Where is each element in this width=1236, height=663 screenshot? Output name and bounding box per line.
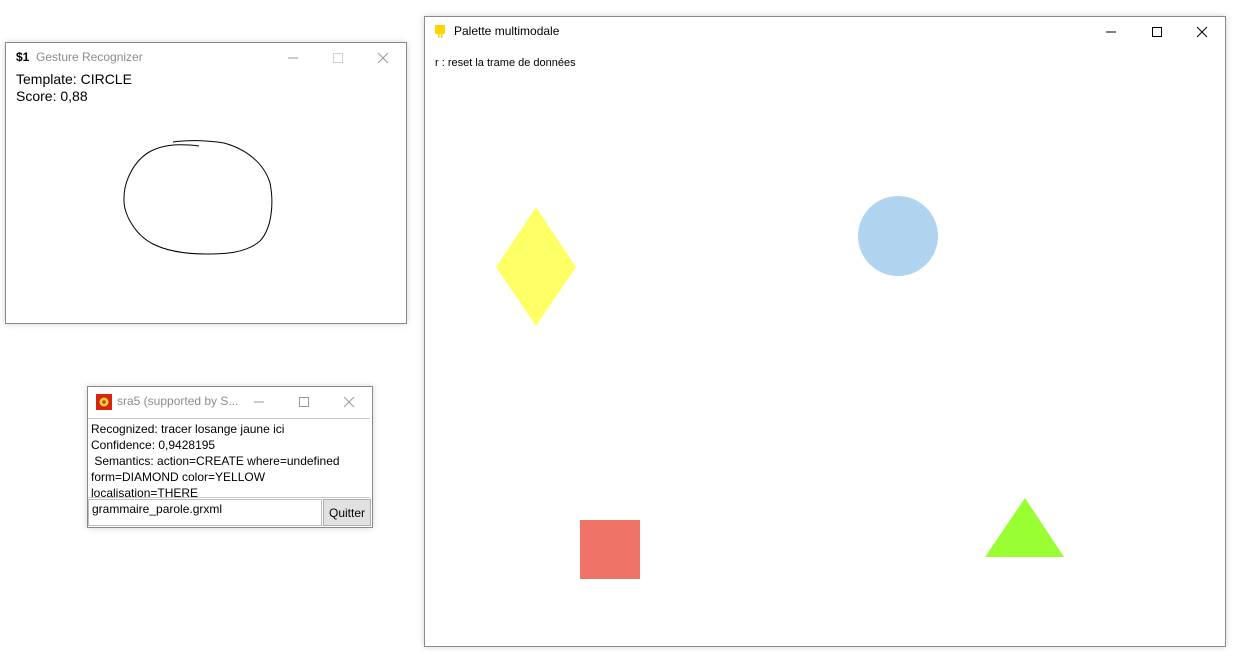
green-triangle-shape[interactable] <box>985 498 1064 557</box>
red-square-shape[interactable] <box>580 520 640 579</box>
blue-circle-shape[interactable] <box>858 196 938 276</box>
palette-canvas[interactable] <box>425 17 1225 646</box>
yellow-diamond-shape[interactable] <box>496 207 576 326</box>
gesture-recognizer-window: $1 Gesture Recognizer Template: CIRCLE S… <box>5 42 407 324</box>
close-button[interactable] <box>326 387 372 417</box>
semantics-text-line2: form=DIAMOND color=YELLOW localisation=T… <box>91 470 266 500</box>
confidence-text: Confidence: 0,9428195 <box>91 438 216 452</box>
gesture-drawing-canvas[interactable] <box>6 43 406 323</box>
maximize-icon <box>299 397 309 407</box>
minimize-button[interactable] <box>236 387 282 417</box>
maximize-button[interactable] <box>281 387 327 417</box>
recognition-output: Recognized: tracer losange jaune ici Con… <box>88 418 370 500</box>
close-icon <box>343 396 355 408</box>
speech-recognizer-window: sra5 (supported by S... Recognized: trac… <box>87 386 373 528</box>
semantics-text-line1: Semantics: action=CREATE where=undefined <box>91 454 340 468</box>
grammar-file-field[interactable]: grammaire_parole.grxml <box>88 499 322 526</box>
recognized-text: Recognized: tracer losange jaune ici <box>91 422 285 436</box>
palette-window: Palette multimodale r : reset la trame d… <box>424 16 1226 647</box>
gesture-stroke <box>123 140 273 255</box>
sra-app-icon <box>96 394 112 410</box>
quit-button[interactable]: Quitter <box>323 499 371 526</box>
sra-titlebar[interactable]: sra5 (supported by S... <box>88 387 372 417</box>
sra-window-title: sra5 (supported by S... <box>117 394 239 408</box>
minimize-icon <box>254 401 264 403</box>
